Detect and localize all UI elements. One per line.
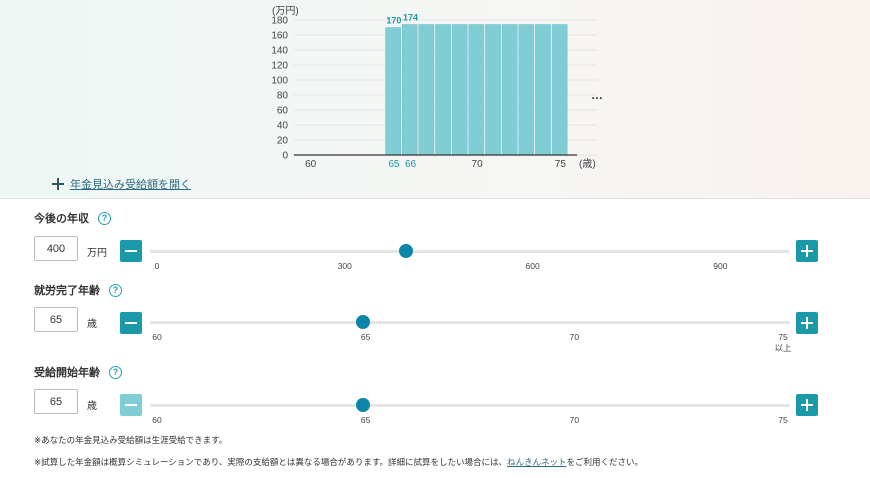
retire-slider-track[interactable] <box>150 315 790 329</box>
minus-icon <box>125 404 137 406</box>
pension-slider-track[interactable] <box>150 398 790 412</box>
x-tick-label: 60 <box>305 159 317 170</box>
y-tick-label: 80 <box>277 91 289 102</box>
bar <box>485 24 501 156</box>
y-tick-label: 0 <box>282 151 288 162</box>
pension-increment-button[interactable] <box>796 394 818 416</box>
income-input[interactable] <box>34 236 78 261</box>
y-tick-label: 60 <box>277 106 289 117</box>
slider-tick-label: 60 <box>152 332 162 342</box>
income-unit: 万円 <box>87 248 107 259</box>
pension-decrement-button[interactable] <box>120 394 142 416</box>
nenkin-net-link[interactable]: ねんきんネット <box>507 457 567 467</box>
x-tick-label: 75 <box>555 159 567 170</box>
retire-increment-button[interactable] <box>796 312 818 334</box>
bar <box>535 24 551 156</box>
bar <box>451 24 468 156</box>
y-tick-label: 140 <box>271 46 288 57</box>
retire-title: 就労完了年齢 <box>34 285 100 297</box>
x-tick-label: 65 <box>388 159 400 170</box>
bar <box>501 24 518 156</box>
bar <box>418 24 435 156</box>
slider-tick-label: 65 <box>360 415 371 425</box>
note-estimate-suffix: をご利用ください。 <box>566 457 644 467</box>
pension-slider-thumb[interactable] <box>356 398 371 412</box>
note-lifetime: ※あなたの年金見込み受給額は生涯受給できます。 <box>34 435 228 445</box>
y-tick-label: 40 <box>277 121 289 132</box>
minus-icon <box>125 250 137 252</box>
bar <box>468 24 485 156</box>
expand-pension-amount[interactable]: 年金見込み受給額を開く <box>52 176 191 192</box>
pension-bar-chart: 0 20 40 60 80 100 120 140 160 180(万円) 170 174 60 65 66… <box>271 6 603 170</box>
bar <box>385 27 401 156</box>
y-tick-label: 160 <box>271 31 288 42</box>
x-tick-label: 66 <box>405 159 417 170</box>
pension-unit: 歳 <box>87 401 97 412</box>
income-increment-button[interactable] <box>796 240 818 262</box>
y-axis-label: (万円) <box>272 6 299 17</box>
slider-tick-label: 65 <box>360 332 371 342</box>
help-icon[interactable]: ? <box>98 211 111 225</box>
plus-icon <box>52 178 64 190</box>
retire-unit: 歳 <box>87 319 97 330</box>
note-estimate-text: ※試算した年金額は概算シミュレーションであり、実際の支給額とは異なる場合がありま… <box>34 457 508 467</box>
slider-tick-label: 900 <box>713 261 728 271</box>
retire-section-title: 就労完了年齢 ? <box>34 282 122 298</box>
slider-tick-label: 0 <box>154 261 160 271</box>
bar <box>518 24 535 156</box>
pension-age-input[interactable] <box>34 389 78 414</box>
chart-panel: 0 20 40 60 80 100 120 140 160 180 (万円) 170 174 60 65 66… <box>0 0 870 199</box>
pension-title: 受給開始年齢 <box>34 367 100 379</box>
income-title: 今後の年収 <box>34 213 89 225</box>
help-icon[interactable]: ? <box>109 283 122 297</box>
retire-age-input[interactable] <box>34 307 78 332</box>
note-estimate: ※試算した年金額は概算シミュレーションであり、実際の支給額とは異なる場合がありま… <box>34 456 643 468</box>
y-tick-label: 120 <box>271 61 288 72</box>
retire-decrement-button[interactable] <box>120 312 142 334</box>
x-tick-label: 70 <box>472 159 484 170</box>
slider-tick-label: 600 <box>525 261 540 271</box>
income-decrement-button[interactable] <box>120 240 142 262</box>
slider-tick-label: 70 <box>569 415 580 425</box>
income-section-title: 今後の年収 ? <box>34 210 111 226</box>
slider-tick-label: 300 <box>337 261 352 271</box>
income-slider-track[interactable] <box>150 244 790 258</box>
bar-value-label: 174 <box>403 13 418 23</box>
slider-tick-label: 75 以上 <box>774 332 792 353</box>
x-axis-unit: (歳) <box>579 158 596 170</box>
minus-icon <box>125 322 137 324</box>
help-icon[interactable]: ? <box>109 365 122 379</box>
y-tick-label: 180 <box>271 16 288 27</box>
slider-tick-label: 60 <box>152 415 162 425</box>
more-indicator: … <box>591 88 603 102</box>
y-tick-label: 100 <box>271 76 288 87</box>
y-tick-label: 20 <box>277 136 289 147</box>
retire-slider-thumb[interactable] <box>356 315 371 329</box>
bar <box>401 24 418 156</box>
slider-tick-sublabel: 以上 <box>774 343 792 353</box>
income-slider-thumb[interactable] <box>399 244 413 258</box>
expand-pension-link[interactable]: 年金見込み受給額を開く <box>70 176 191 192</box>
slider-tick-label: 70 <box>569 332 580 342</box>
bar <box>551 24 568 156</box>
bar-value-label: 170 <box>386 16 401 26</box>
slider-tick-label: 75 <box>778 415 788 425</box>
bar <box>435 24 451 156</box>
pension-section-title: 受給開始年齢 ? <box>34 364 122 380</box>
